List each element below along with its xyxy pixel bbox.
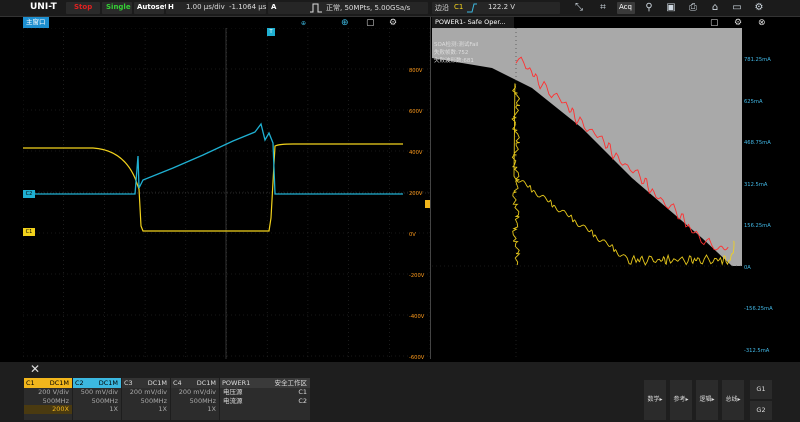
timebase-control[interactable]: H 1.00 μs/div -1.1064 μs: [166, 2, 266, 14]
soa-y-tick-label: -156.25mA: [744, 306, 773, 312]
soa-y-tick-label: 625mA: [744, 98, 763, 105]
utility-icon[interactable]: ⌂: [708, 1, 722, 15]
y-tick-label: 400V: [409, 150, 423, 156]
save-icon[interactable]: ▣: [664, 1, 678, 15]
soa-plot: [432, 28, 742, 359]
main-waveform-window: 主窗口 ⊕ ⊕ ▢ ⚙ C2 C1 T 800V 600V 400V 200V 0V -2…: [23, 17, 441, 373]
soa-fail-overlay: SOA检测:测试Fail 失败帧数:752 失败波形数:681: [434, 42, 479, 64]
c1-marker[interactable]: C1: [23, 228, 35, 236]
channel-box-c3[interactable]: C3 DC1M 200 mV/div 500MHz 1X: [122, 378, 170, 420]
horizontal-offset: -1.1064 μs: [229, 3, 267, 11]
bus-button[interactable]: 总线▸: [722, 380, 744, 420]
y-tick-label: -600V: [409, 355, 425, 361]
zoom-icon[interactable]: ⊕: [301, 20, 306, 27]
acquisition-control[interactable]: A 正常, 50MPts, 5.00GSa/s: [268, 2, 428, 14]
soa-y-tick-label: -312.5mA: [744, 347, 770, 354]
soa-y-tick-label: 781.25mA: [744, 57, 771, 63]
window-icon[interactable]: ▭: [730, 1, 744, 15]
soa-y-tick-label: 468.75mA: [744, 140, 771, 146]
brand-logo: UNI-T: [30, 2, 57, 12]
single-button[interactable]: Single: [102, 2, 132, 14]
close-icon[interactable]: ⊗: [758, 18, 766, 28]
print-icon[interactable]: ⎙: [686, 1, 700, 15]
y-tick-label: 0V: [409, 232, 416, 238]
soa-y-tick-label: 0A: [744, 264, 751, 271]
soa-y-tick-label: 156.25mA: [744, 223, 771, 229]
channel-box-c1[interactable]: C1 DC1M 200 V/div 500MHz 200X: [24, 378, 72, 420]
acq-button[interactable]: Acq: [617, 2, 635, 14]
rising-edge-icon: [467, 3, 477, 13]
bottom-channel-bar: ✕ C1 DC1M 200 V/div 500MHz 200X C2 DC1M 500 mV/…: [0, 362, 800, 422]
timebase-value: 1.00 μs/div: [186, 3, 225, 11]
search-icon[interactable]: ⚲: [642, 1, 656, 15]
channel-box-c2[interactable]: C2 DC1M 500 mV/div 500MHz 1X: [73, 378, 121, 420]
logic-button[interactable]: 逻辑▸: [696, 380, 718, 420]
settings-icon[interactable]: ⚙: [389, 18, 397, 28]
maximize-icon[interactable]: ▢: [710, 18, 719, 28]
math-button[interactable]: 数学▸: [644, 380, 666, 420]
run-stop-button[interactable]: Stop: [66, 2, 100, 14]
right-strip: [776, 17, 800, 359]
cursor-measure-icon[interactable]: ⤡: [572, 1, 586, 15]
autoset-button[interactable]: Autoset: [134, 2, 168, 14]
trigger-position-marker[interactable]: T: [267, 28, 275, 36]
y-tick-label: 200V: [409, 191, 423, 197]
soa-y-tick-label: 312.5mA: [744, 181, 768, 188]
tools-icon[interactable]: ✕: [30, 362, 40, 376]
g1-button[interactable]: G1: [750, 380, 772, 399]
main-window-tab[interactable]: 主窗口: [23, 17, 49, 28]
acquisition-info: 正常, 50MPts, 5.00GSa/s: [326, 4, 411, 12]
waveform-plot: [23, 28, 430, 359]
magnify-icon[interactable]: ⊕: [341, 18, 349, 28]
maximize-icon[interactable]: ▢: [366, 18, 375, 28]
left-channel-strip: [0, 17, 22, 359]
y-tick-label: 600V: [409, 109, 423, 115]
trigger-level-marker[interactable]: [425, 200, 430, 208]
y-tick-label: -200V: [409, 273, 425, 279]
g2-button[interactable]: G2: [750, 401, 772, 420]
top-toolbar: UNI-T Stop Single Autoset H 1.00 μs/div …: [0, 0, 800, 17]
soa-window-tab[interactable]: POWER1- Safe Oper...: [432, 17, 514, 28]
soa-window: POWER1- Safe Oper... ▢ ⚙ ⊗ SOA检测:测试Fail …: [432, 17, 774, 373]
power-analysis-box[interactable]: POWER1 安全工作区 电压源 C1 电流源 C2: [220, 378, 310, 420]
pulse-icon: [310, 3, 322, 13]
trigger-level: 122.2 V: [488, 3, 516, 11]
c2-marker[interactable]: C2: [23, 190, 35, 198]
grid-measure-icon[interactable]: ⌗: [596, 1, 610, 15]
trigger-control[interactable]: 边沿 C1 122.2 V: [432, 2, 560, 14]
y-tick-label: 800V: [409, 68, 423, 74]
channel-box-c4[interactable]: C4 DC1M 200 mV/div 500MHz 1X: [171, 378, 219, 420]
settings-icon[interactable]: ⚙: [734, 18, 742, 28]
settings-icon[interactable]: ⚙: [752, 1, 766, 15]
ref-button[interactable]: 参考▸: [670, 380, 692, 420]
y-tick-label: -400V: [409, 314, 425, 320]
